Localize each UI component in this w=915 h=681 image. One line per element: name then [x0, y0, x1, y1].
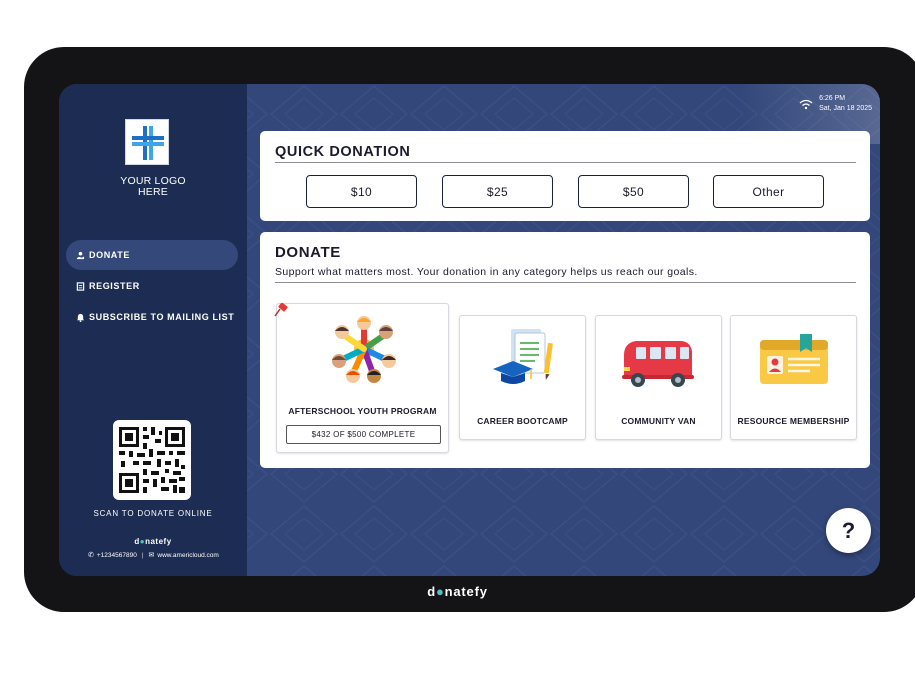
category-tile-community-van[interactable]: COMMUNITY VAN: [595, 315, 722, 440]
van-icon: [622, 341, 694, 387]
contact-phone: +1234567890: [96, 551, 137, 559]
kiosk-screen: YOUR LOGO HERE DONATE REGISTER SUBSCRIBE…: [59, 84, 880, 576]
kids-circle-icon: [332, 316, 396, 383]
sidebar-item-label: DONATE: [89, 250, 130, 260]
category-tile-afterschool[interactable]: AFTERSCHOOL YOUTH PROGRAM $432 OF $500 C…: [274, 303, 449, 453]
category-label: RESOURCE MEMBERSHIP: [737, 416, 850, 426]
mail-icon: ✉: [148, 552, 155, 559]
sidebar-item-register[interactable]: REGISTER: [66, 271, 238, 301]
donate-card: DONATE Support what matters most. Your d…: [260, 232, 870, 468]
status-bar: 6:26 PM Sat, Jan 18 2025: [799, 94, 872, 114]
donate-title: DONATE: [275, 244, 341, 261]
logo-cross-icon: [125, 119, 169, 165]
donate-subtitle: Support what matters most. Your donation…: [275, 266, 698, 278]
donate-hand-icon: [75, 251, 85, 260]
contact-divider: |: [141, 551, 144, 559]
phone-icon: ✆: [88, 552, 94, 559]
category-label: AFTERSCHOOL YOUTH PROGRAM: [288, 406, 437, 416]
membership-card-icon: [760, 334, 828, 384]
register-icon: [75, 281, 85, 291]
amount-10-button[interactable]: $10: [306, 175, 417, 208]
wifi-icon: [799, 99, 813, 109]
logo-line-2: HERE: [138, 186, 168, 198]
sidebar-item-label: REGISTER: [89, 281, 140, 291]
quick-donation-divider: [275, 162, 856, 163]
sidebar-item-donate[interactable]: DONATE: [66, 240, 238, 270]
category-tile-resource-membership[interactable]: RESOURCE MEMBERSHIP: [730, 315, 857, 440]
category-label: COMMUNITY VAN: [621, 416, 696, 426]
bell-icon: [75, 313, 85, 322]
progress-status: $432 OF $500 COMPLETE: [286, 425, 441, 444]
sidebar-item-subscribe[interactable]: SUBSCRIBE TO MAILING LIST: [66, 302, 238, 332]
contact-website: www.americloud.com: [157, 551, 219, 559]
sidebar: YOUR LOGO HERE DONATE REGISTER SUBSCRIBE…: [59, 84, 247, 576]
scan-to-donate-label: SCAN TO DONATE ONLINE: [93, 509, 213, 518]
category-tile-career-bootcamp[interactable]: CAREER BOOTCAMP: [459, 315, 586, 440]
logo-placeholder-text: YOUR LOGO HERE: [59, 176, 247, 198]
sidebar-brand: d●natefy: [134, 537, 172, 546]
status-date: Sat, Jan 18 2025: [819, 105, 872, 112]
amount-50-button[interactable]: $50: [578, 175, 689, 208]
help-button[interactable]: ?: [826, 508, 871, 553]
quick-donation-title: QUICK DONATION: [275, 144, 411, 160]
amount-other-button[interactable]: Other: [713, 175, 824, 208]
amount-25-button[interactable]: $25: [442, 175, 553, 208]
category-label: CAREER BOOTCAMP: [477, 416, 568, 426]
pin-icon: [274, 303, 288, 317]
device-brand: d●natefy: [427, 584, 488, 599]
sidebar-item-label: SUBSCRIBE TO MAILING LIST: [89, 312, 235, 322]
quick-donation-card: QUICK DONATION $10 $25 $50 Other: [260, 131, 870, 221]
status-time: 6:26 PM: [819, 95, 846, 102]
qr-code[interactable]: [113, 420, 191, 500]
contact-info: ✆ +1234567890 | ✉ www.americloud.com: [88, 551, 219, 560]
donate-divider: [275, 282, 856, 283]
graduation-document-icon: [493, 329, 553, 384]
